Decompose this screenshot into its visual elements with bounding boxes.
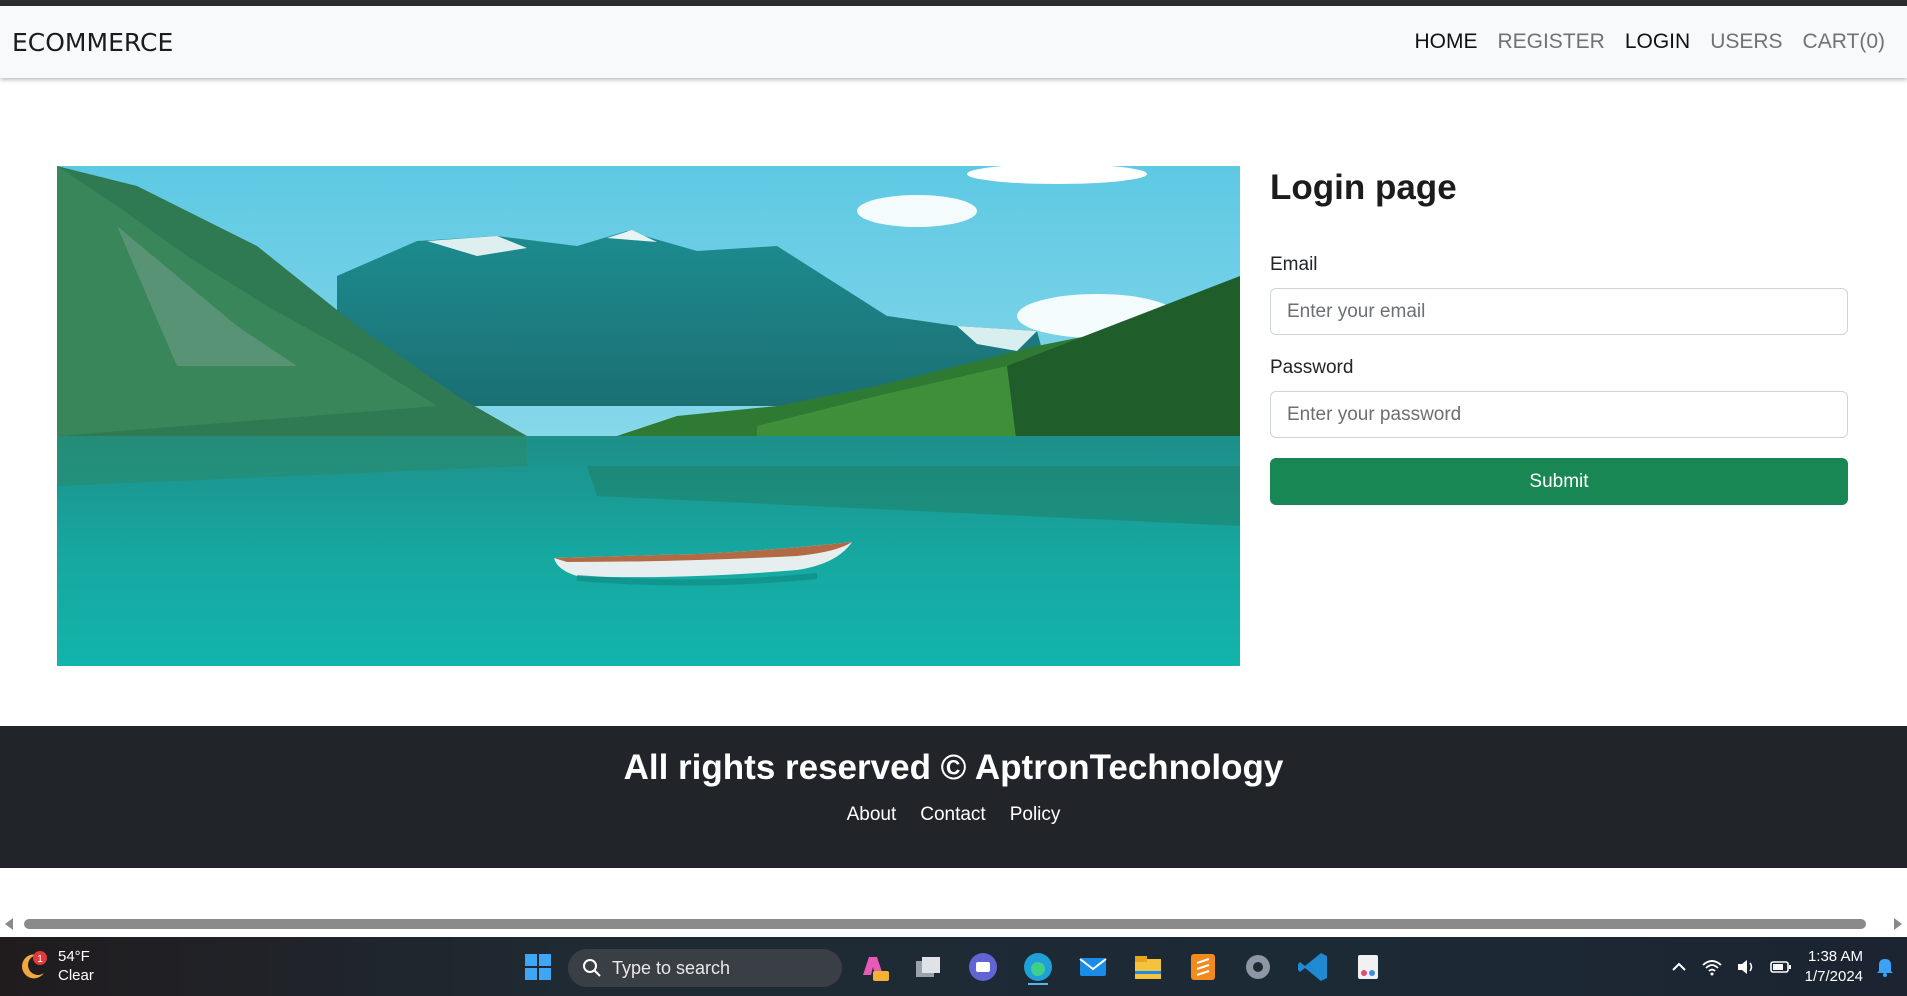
system-tray: 1:38 AM 1/7/2024 [1669, 937, 1895, 996]
notification-bell-icon[interactable] [1875, 956, 1895, 978]
footer-links: About Contact Policy [0, 804, 1907, 826]
nav-cart[interactable]: CART(0) [1803, 30, 1885, 54]
windows-start-icon[interactable] [520, 949, 556, 985]
volume-icon[interactable] [1735, 957, 1757, 977]
taskbar-search[interactable]: Type to search [568, 949, 842, 987]
battery-icon[interactable] [1769, 957, 1793, 977]
search-icon [583, 959, 601, 977]
file-explorer-icon[interactable] [1130, 949, 1166, 985]
scrollbar-thumb[interactable] [24, 919, 1866, 929]
footer-link-about[interactable]: About [847, 804, 897, 826]
footer-copyright: All rights reserved © AptronTechnology [623, 748, 1284, 787]
task-view-icon[interactable] [910, 949, 946, 985]
nav-register[interactable]: REGISTER [1497, 30, 1604, 54]
weather-temp: 54°F [58, 948, 90, 965]
weather-badge: 1 [37, 954, 43, 965]
mail-icon[interactable] [1075, 949, 1111, 985]
nav-home[interactable]: HOME [1414, 30, 1477, 54]
scroll-right-arrow-icon[interactable] [1894, 918, 1902, 930]
vscode-icon[interactable] [1295, 949, 1331, 985]
brand-logo[interactable]: ECOMMERCE [12, 28, 173, 57]
page-title: Login page [1270, 168, 1457, 207]
nav-users[interactable]: USERS [1710, 30, 1782, 54]
footer-link-contact[interactable]: Contact [920, 804, 985, 826]
password-input[interactable] [1270, 391, 1848, 438]
clock-time: 1:38 AM [1807, 947, 1863, 965]
login-form: Login page Email Password Submit [1270, 166, 1848, 505]
horizontal-scrollbar[interactable] [0, 915, 1907, 933]
wifi-icon[interactable] [1701, 957, 1723, 977]
nav-links: HOME REGISTER LOGIN USERS CART(0) [1414, 30, 1885, 54]
windows-taskbar: 1 54°F Clear Type to search 1:38 AM 1/7/… [0, 937, 1907, 996]
snipping-tool-icon[interactable] [1350, 949, 1386, 985]
scroll-left-arrow-icon[interactable] [5, 918, 13, 930]
footer-link-policy[interactable]: Policy [1010, 804, 1061, 826]
email-label: Email [1270, 254, 1318, 275]
edge-icon[interactable] [1020, 949, 1056, 985]
navbar: ECOMMERCE HOME REGISTER LOGIN USERS CART… [0, 6, 1907, 78]
hero-landscape-image [57, 166, 1240, 666]
copilot-icon[interactable] [855, 949, 891, 985]
password-label: Password [1270, 357, 1354, 378]
moon-icon: 1 [22, 951, 47, 979]
footer: All rights reserved © AptronTechnology A… [0, 726, 1907, 868]
email-input[interactable] [1270, 288, 1848, 335]
search-placeholder: Type to search [612, 957, 731, 978]
sublime-text-icon[interactable] [1185, 949, 1221, 985]
chevron-up-icon[interactable] [1669, 957, 1689, 977]
weather-widget[interactable]: 1 54°F Clear [16, 947, 94, 985]
weather-desc: Clear [58, 967, 94, 984]
clock-date: 1/7/2024 [1804, 967, 1863, 985]
nav-login[interactable]: LOGIN [1625, 30, 1690, 54]
teams-icon[interactable] [965, 949, 1001, 985]
clock[interactable]: 1:38 AM 1/7/2024 [1805, 947, 1863, 987]
submit-button[interactable]: Submit [1270, 458, 1848, 505]
settings-icon[interactable] [1240, 949, 1276, 985]
